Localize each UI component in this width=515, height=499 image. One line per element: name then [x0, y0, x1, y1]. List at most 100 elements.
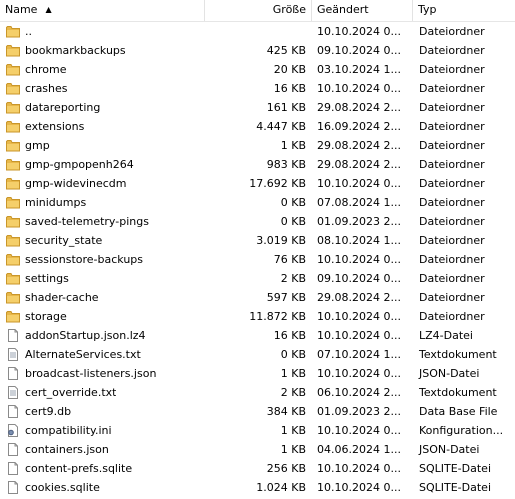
file-type: Dateiordner: [419, 253, 485, 266]
folder-icon: [6, 272, 20, 285]
file-modified-date: 07.08.2024 1...: [317, 196, 401, 209]
file-name: sessionstore-backups: [25, 253, 143, 266]
file-size: 1 KB: [280, 424, 306, 437]
file-row[interactable]: .. 10.10.2024 0... Dateiordner: [0, 22, 515, 41]
file-size: 384 KB: [266, 405, 306, 418]
file-type: Dateiordner: [419, 44, 485, 57]
file-row[interactable]: chrome 20 KB 03.10.2024 1... Dateiordner: [0, 60, 515, 79]
file-row[interactable]: datareporting 161 KB 29.08.2024 2... Dateio…: [0, 98, 515, 117]
file-modified-date: 10.10.2024 0...: [317, 424, 401, 437]
file-type: Dateiordner: [419, 310, 485, 323]
file-row[interactable]: minidumps 0 KB 07.08.2024 1... Dateiordner: [0, 193, 515, 212]
file-modified-date: 10.10.2024 0...: [317, 481, 401, 494]
column-header-name-label: Name: [5, 3, 38, 16]
file-size: 11.872 KB: [249, 310, 306, 323]
file-name-cell: chrome: [0, 60, 205, 79]
file-type: Dateiordner: [419, 82, 485, 95]
file-row[interactable]: crashes 16 KB 10.10.2024 0... Dateiordner: [0, 79, 515, 98]
file-name: AlternateServices.txt: [25, 348, 141, 361]
file-icon: [6, 329, 20, 342]
file-type: Dateiordner: [419, 177, 485, 190]
file-size: 256 KB: [266, 462, 306, 475]
file-row[interactable]: sessionstore-backups 76 KB 10.10.2024 0...…: [0, 250, 515, 269]
file-icon: [6, 367, 20, 380]
file-size: 425 KB: [266, 44, 306, 57]
file-row[interactable]: shader-cache 597 KB 29.08.2024 2... Dateior…: [0, 288, 515, 307]
file-row[interactable]: bookmarkbackups 425 KB 09.10.2024 0... Date…: [0, 41, 515, 60]
file-row[interactable]: AlternateServices.txt 0 KB 07.10.2024 1...…: [0, 345, 515, 364]
column-header-size[interactable]: Größe: [205, 0, 312, 21]
folder-icon: [6, 310, 20, 323]
file-size: 983 KB: [266, 158, 306, 171]
folder-icon: [6, 177, 20, 190]
file-modified-date: 10.10.2024 0...: [317, 177, 401, 190]
file-name-cell: minidumps: [0, 193, 205, 212]
file-name-cell: addonStartup.json.lz4: [0, 326, 205, 345]
file-row[interactable]: content-prefs.sqlite 256 KB 10.10.2024 0..…: [0, 459, 515, 478]
file-size: 16 KB: [273, 82, 306, 95]
file-type: Dateiordner: [419, 120, 485, 133]
file-modified-date: 10.10.2024 0...: [317, 310, 401, 323]
file-name: cookies.sqlite: [25, 481, 100, 494]
file-name-cell: storage: [0, 307, 205, 326]
file-row[interactable]: storage 11.872 KB 10.10.2024 0... Dateiordn…: [0, 307, 515, 326]
file-size: 597 KB: [266, 291, 306, 304]
file-row[interactable]: containers.json 1 KB 04.06.2024 1... JSON-D…: [0, 440, 515, 459]
file-size: 0 KB: [280, 196, 306, 209]
file-type: SQLITE-Datei: [419, 462, 491, 475]
file-row[interactable]: gmp-gmpopenh264 983 KB 29.08.2024 2... Date…: [0, 155, 515, 174]
file-row[interactable]: cookies.sqlite 1.024 KB 10.10.2024 0... SQL…: [0, 478, 515, 497]
file-row[interactable]: cert_override.txt 2 KB 06.10.2024 2... Text…: [0, 383, 515, 402]
file-row[interactable]: addonStartup.json.lz4 16 KB 10.10.2024 0..…: [0, 326, 515, 345]
folder-icon: [6, 82, 20, 95]
file-modified-date: 10.10.2024 0...: [317, 462, 401, 475]
file-rows: .. 10.10.2024 0... Dateiordner bookmarkback…: [0, 22, 515, 497]
file-size: 76 KB: [273, 253, 306, 266]
file-name: broadcast-listeners.json: [25, 367, 157, 380]
file-row[interactable]: cert9.db 384 KB 01.09.2023 2... Data Base F…: [0, 402, 515, 421]
column-header-name[interactable]: Name ▲: [0, 0, 205, 21]
file-modified-date: 16.09.2024 2...: [317, 120, 401, 133]
file-name-cell: ..: [0, 22, 205, 41]
folder-icon: [6, 291, 20, 304]
file-name-cell: security_state: [0, 231, 205, 250]
file-modified-date: 29.08.2024 2...: [317, 139, 401, 152]
file-name: cert_override.txt: [25, 386, 117, 399]
file-name: extensions: [25, 120, 85, 133]
file-row[interactable]: settings 2 KB 09.10.2024 0... Dateiordner: [0, 269, 515, 288]
settings-file-icon: [6, 424, 20, 437]
column-header-modified-label: Geändert: [317, 3, 369, 16]
file-row[interactable]: gmp 1 KB 29.08.2024 2... Dateiordner: [0, 136, 515, 155]
column-header-modified[interactable]: Geändert: [312, 0, 413, 21]
file-row[interactable]: saved-telemetry-pings 0 KB 01.09.2023 2...…: [0, 212, 515, 231]
file-row[interactable]: broadcast-listeners.json 1 KB 10.10.2024 0…: [0, 364, 515, 383]
file-row[interactable]: gmp-widevinecdm 17.692 KB 10.10.2024 0... D…: [0, 174, 515, 193]
column-header-bar: Name ▲ Größe Geändert Typ: [0, 0, 515, 22]
file-type: Textdokument: [419, 386, 497, 399]
file-name-cell: AlternateServices.txt: [0, 345, 205, 364]
file-modified-date: 29.08.2024 2...: [317, 101, 401, 114]
file-type: JSON-Datei: [419, 367, 480, 380]
file-name: settings: [25, 272, 69, 285]
file-row[interactable]: compatibility.ini 1 KB 10.10.2024 0... Konf…: [0, 421, 515, 440]
file-name: compatibility.ini: [25, 424, 112, 437]
folder-icon: [6, 215, 20, 228]
file-size: 17.692 KB: [249, 177, 306, 190]
file-row[interactable]: security_state 3.019 KB 08.10.2024 1... Dat…: [0, 231, 515, 250]
folder-icon: [6, 139, 20, 152]
file-name: content-prefs.sqlite: [25, 462, 133, 475]
folder-icon: [6, 25, 20, 38]
file-modified-date: 29.08.2024 2...: [317, 291, 401, 304]
file-name: minidumps: [25, 196, 87, 209]
file-type: Dateiordner: [419, 291, 485, 304]
file-modified-date: 04.06.2024 1...: [317, 443, 401, 456]
file-modified-date: 03.10.2024 1...: [317, 63, 401, 76]
text-file-icon: [6, 348, 20, 361]
file-type: Dateiordner: [419, 158, 485, 171]
file-row[interactable]: extensions 4.447 KB 16.09.2024 2... Dateior…: [0, 117, 515, 136]
folder-icon: [6, 196, 20, 209]
file-size: 1.024 KB: [256, 481, 306, 494]
column-header-type[interactable]: Typ: [413, 0, 515, 21]
file-icon: [6, 443, 20, 456]
file-modified-date: 10.10.2024 0...: [317, 367, 401, 380]
